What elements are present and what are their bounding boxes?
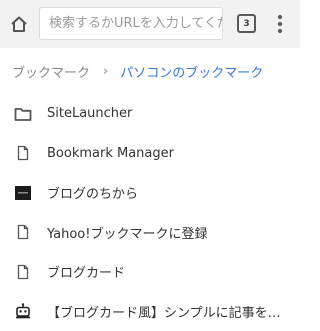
search-input[interactable] [40, 8, 222, 39]
bookmark-label: Yahoo!ブックマークに登録 [47, 223, 292, 242]
page-icon [14, 223, 32, 241]
home-button[interactable] [6, 11, 32, 37]
folder-icon [14, 105, 32, 123]
breadcrumb-current: パソコンのブックマーク [120, 62, 263, 81]
bookmark-item-yahoo-bookmark[interactable]: Yahoo!ブックマークに登録 [0, 213, 300, 253]
breadcrumb-root[interactable]: ブックマーク [12, 62, 90, 81]
bookmark-item-blog-no-chikara[interactable]: ブログのちから [0, 173, 300, 213]
toolbar: 3 [0, 0, 300, 48]
page-icon [14, 263, 32, 281]
bookmark-item-sitelauncher[interactable]: SiteLauncher [0, 94, 300, 134]
chevron-right-icon: › [103, 64, 108, 79]
home-icon [9, 14, 29, 34]
bookmark-item-blog-card[interactable]: ブログカード [0, 252, 300, 292]
menu-dot-icon [278, 15, 282, 19]
site-favicon [14, 184, 32, 202]
menu-dot-icon [278, 22, 282, 26]
bookmark-label: 【ブログカード風】シンプルに記事をシェアする [47, 302, 292, 321]
bookmark-label: ブログカード [47, 262, 292, 281]
robot-favicon [14, 302, 32, 320]
breadcrumb: ブックマーク › パソコンのブックマーク [12, 61, 263, 81]
bookmark-item-blog-card-share[interactable]: 【ブログカード風】シンプルに記事をシェアする [0, 292, 300, 331]
tab-count: 3 [243, 19, 249, 29]
omnibox[interactable] [39, 7, 223, 40]
page-icon [14, 144, 32, 162]
menu-dot-icon [278, 29, 282, 33]
bookmark-label: SiteLauncher [47, 106, 292, 121]
bookmark-item-bookmark-manager[interactable]: Bookmark Manager [0, 134, 300, 174]
bookmark-label: ブログのちから [47, 183, 292, 202]
bookmark-label: Bookmark Manager [47, 146, 292, 161]
bookmark-list: SiteLauncher Bookmark Manager ブログのちから Ya… [0, 94, 300, 331]
tab-switcher-button[interactable]: 3 [237, 14, 256, 33]
overflow-menu-button[interactable] [270, 12, 290, 36]
